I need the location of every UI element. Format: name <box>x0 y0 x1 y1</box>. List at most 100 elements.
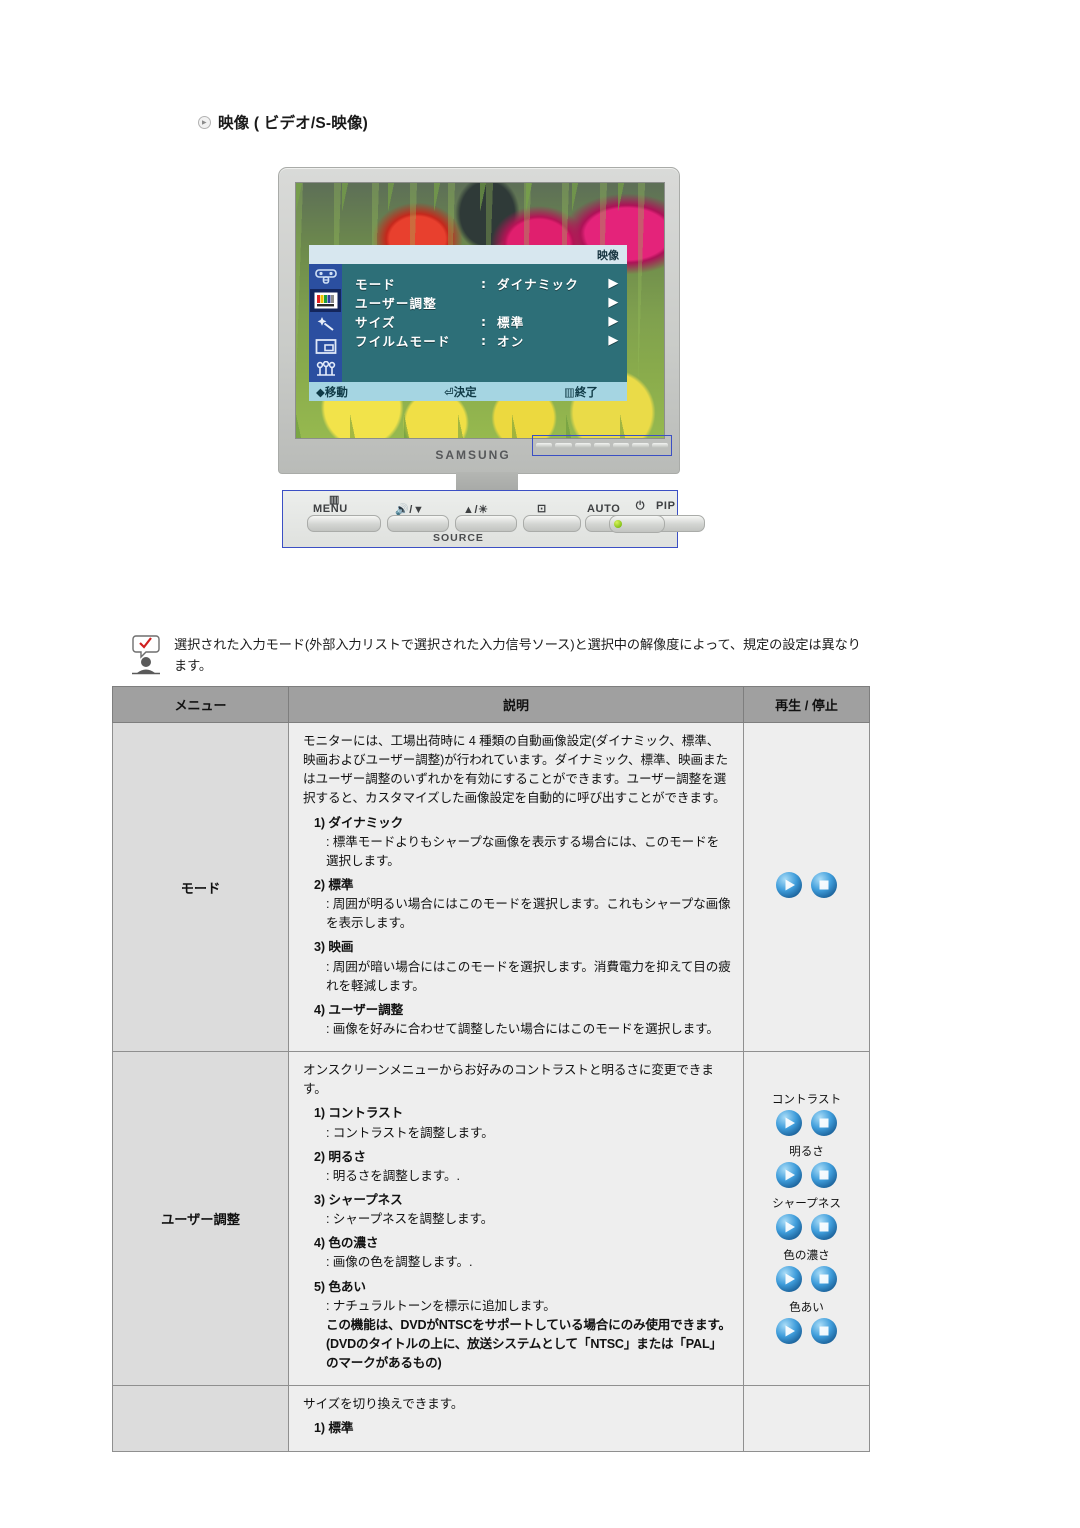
front-button-4[interactable] <box>593 443 611 448</box>
osd-row-label: フイルムモード <box>355 334 451 349</box>
table-row: サイズを切り換えできます。 1) 標準 <box>112 1385 870 1452</box>
table-header-row: メニュー 説明 再生 / 停止 <box>112 686 870 723</box>
chevron-right-icon: ▶ <box>608 295 620 310</box>
control-group-label: 色の濃さ <box>783 1249 830 1263</box>
play-button[interactable] <box>775 1161 803 1189</box>
osd-footer: ◆移動 ⏎決定 ▥終了 <box>309 382 627 401</box>
col-header-menu: メニュー <box>112 686 289 723</box>
list-item: 4) ユーザー調整 : 画像を好みに合わせて調整したい場合にはこのモードを選択し… <box>314 1002 719 1036</box>
front-button-2[interactable] <box>555 443 572 448</box>
osd-footer-exit: ▥終了 <box>564 384 598 399</box>
front-button-5[interactable] <box>613 443 630 448</box>
osd-row-film-mode[interactable]: フイルムモード : オン ▶ <box>355 331 627 350</box>
osd-icon-column <box>309 264 342 382</box>
list-item: 3) シャープネス : シャープネスを調整します。 <box>314 1192 494 1227</box>
play-button[interactable] <box>775 1109 803 1137</box>
osd-row-colon: : <box>481 333 488 348</box>
osd-footer-move: ◆移動 <box>316 384 348 399</box>
control-group-label: 色あい <box>789 1301 824 1315</box>
front-button-3[interactable] <box>574 443 591 448</box>
note-text: 選択された入力モード(外部入力リストで選択された入力信号ソース)と選択中の解像度… <box>174 637 861 674</box>
stop-button[interactable] <box>810 1265 838 1293</box>
col-header-description: 説明 <box>288 686 744 723</box>
stop-button[interactable] <box>810 1213 838 1241</box>
osd-pip-icon[interactable] <box>310 335 341 358</box>
down-volume-button[interactable] <box>387 515 449 532</box>
play-button[interactable] <box>775 1317 803 1345</box>
list-item: 3) 映画 : 周囲が暗い場合にはこのモードを選択します。消費電力を抑えて目の疲… <box>314 940 731 993</box>
osd-menu: 映像 モード: ダイナミック ▶ ユーザー調整 ▶ サイズ: 標準 ▶ フイ… <box>309 245 627 403</box>
osd-row-label: ユーザー調整 <box>355 296 437 311</box>
osd-picture-icon[interactable] <box>310 289 341 312</box>
page-title: 映像 ( ビデオ/S-映像) <box>198 111 368 133</box>
control-button-pair <box>744 1317 869 1345</box>
control-button-pair <box>744 1265 869 1293</box>
control-button-pair <box>744 1109 869 1137</box>
stop-button[interactable] <box>810 871 838 899</box>
stop-button[interactable] <box>810 1317 838 1345</box>
play-button[interactable] <box>775 871 803 899</box>
control-group-label: 明るさ <box>789 1145 824 1159</box>
row-intro-text: サイズを切り換えできます。 <box>303 1397 464 1412</box>
row-description: オンスクリーンメニューからお好みのコントラストと明るさに変更できます。 1) コ… <box>288 1051 744 1387</box>
list-item: 2) 標準 : 周囲が明るい場合にはこのモードを選択します。これもシャープな画像… <box>314 877 731 931</box>
osd-row-value: 標準 <box>497 315 525 330</box>
chevron-right-icon: ▶ <box>608 314 620 329</box>
osd-setup-icon[interactable] <box>310 358 341 381</box>
row-controls: コントラスト 明るさ シャープネス 色の濃さ 色あい <box>743 1051 870 1387</box>
play-button[interactable] <box>775 1265 803 1293</box>
control-group-label: コントラスト <box>771 1093 842 1107</box>
auto-button-label: AUTO <box>587 503 621 515</box>
control-button-pair <box>744 1213 869 1241</box>
menu-button[interactable] <box>307 515 381 532</box>
stop-button[interactable] <box>810 1109 838 1137</box>
osd-row-mode[interactable]: モード : ダイナミック ▶ <box>355 274 627 293</box>
power-icon: ⏻ <box>635 500 645 512</box>
monitor-illustration: 映像 モード: ダイナミック ▶ ユーザー調整 ▶ サイズ: 標準 ▶ フイ… <box>278 167 705 557</box>
row-footnote: この機能は、DVDがNTSCをサポートしている場合にのみ使用できます。(DVDの… <box>326 1317 731 1371</box>
osd-row-value: ダイナミック <box>497 277 579 292</box>
row-description: サイズを切り換えできます。 1) 標準 <box>288 1385 744 1452</box>
arrow-bullet-icon <box>198 115 211 129</box>
stop-button[interactable] <box>810 1161 838 1189</box>
up-brightness-button[interactable] <box>455 515 517 532</box>
osd-input-icon[interactable] <box>310 266 341 289</box>
table-row: ユーザー調整 オンスクリーンメニューからお好みのコントラストと明るさに変更できま… <box>112 1051 870 1387</box>
osd-magic-icon[interactable] <box>310 312 341 335</box>
page-title-text: 映像 ( ビデオ/S-映像) <box>218 115 369 132</box>
list-item: 4) 色の濃さ : 画像の色を調整します。. <box>314 1236 473 1270</box>
osd-row-label: モード <box>355 277 397 292</box>
row-description: モニターには、工場出荷時に 4 種類の自動画像設定(ダイナミック、標準、映画およ… <box>288 722 744 1053</box>
spec-table: メニュー 説明 再生 / 停止 モード モニターには、工場出荷時に 4 種類の自… <box>112 686 870 1452</box>
menu-button-label: MENU <box>313 503 348 515</box>
source-enter-button[interactable] <box>523 515 581 532</box>
manual-page: 映像 ( ビデオ/S-映像) 映像 モード: ダイナミック ▶ ユーザー調整 … <box>0 0 1080 1528</box>
chevron-right-icon: ▶ <box>608 276 620 291</box>
osd-row-user-adjust[interactable]: ユーザー調整 ▶ <box>355 293 627 312</box>
osd-item-list: モード : ダイナミック ▶ ユーザー調整 ▶ サイズ: 標準 ▶ フイルムモ… <box>342 264 627 382</box>
front-power-button[interactable] <box>651 443 668 448</box>
osd-row-size[interactable]: サイズ : 標準 ▶ <box>355 312 627 331</box>
osd-footer-enter: ⏎決定 <box>444 384 477 399</box>
move-diamond-icon: ◆ <box>316 384 325 399</box>
row-menu-name: ユーザー調整 <box>112 1051 289 1387</box>
menu-grid-icon: ▥ <box>564 384 575 399</box>
monitor-bezel: 映像 モード: ダイナミック ▶ ユーザー調整 ▶ サイズ: 標準 ▶ フイ… <box>278 167 680 474</box>
play-button[interactable] <box>775 1213 803 1241</box>
brand-logo: SAMSUNG <box>435 448 511 462</box>
power-button[interactable] <box>609 515 665 533</box>
osd-row-colon: : <box>481 276 488 291</box>
list-item: 5) 色あい : ナチュラルトーンを標示に追加します。 <box>314 1279 556 1313</box>
chevron-right-icon: ▶ <box>608 333 620 348</box>
col-header-control: 再生 / 停止 <box>743 686 870 723</box>
front-button-6[interactable] <box>632 443 649 448</box>
osd-row-value: オン <box>497 334 525 349</box>
row-menu-name <box>112 1385 289 1452</box>
row-intro-text: オンスクリーンメニューからお好みのコントラストと明るさに変更できます。 <box>303 1063 714 1097</box>
control-group-label: シャープネス <box>772 1197 841 1211</box>
control-panel-callout: ▥ MENU 🔊/▼ ▲/☀ ⊡ AUTO PIP SOURCE ⏻ <box>282 490 705 548</box>
enter-icon: ⏎ <box>444 384 454 399</box>
monitor-screen: 映像 モード: ダイナミック ▶ ユーザー調整 ▶ サイズ: 標準 ▶ フイ… <box>295 182 665 439</box>
front-button-1[interactable] <box>536 443 553 448</box>
osd-title-text: 映像 <box>597 248 619 262</box>
